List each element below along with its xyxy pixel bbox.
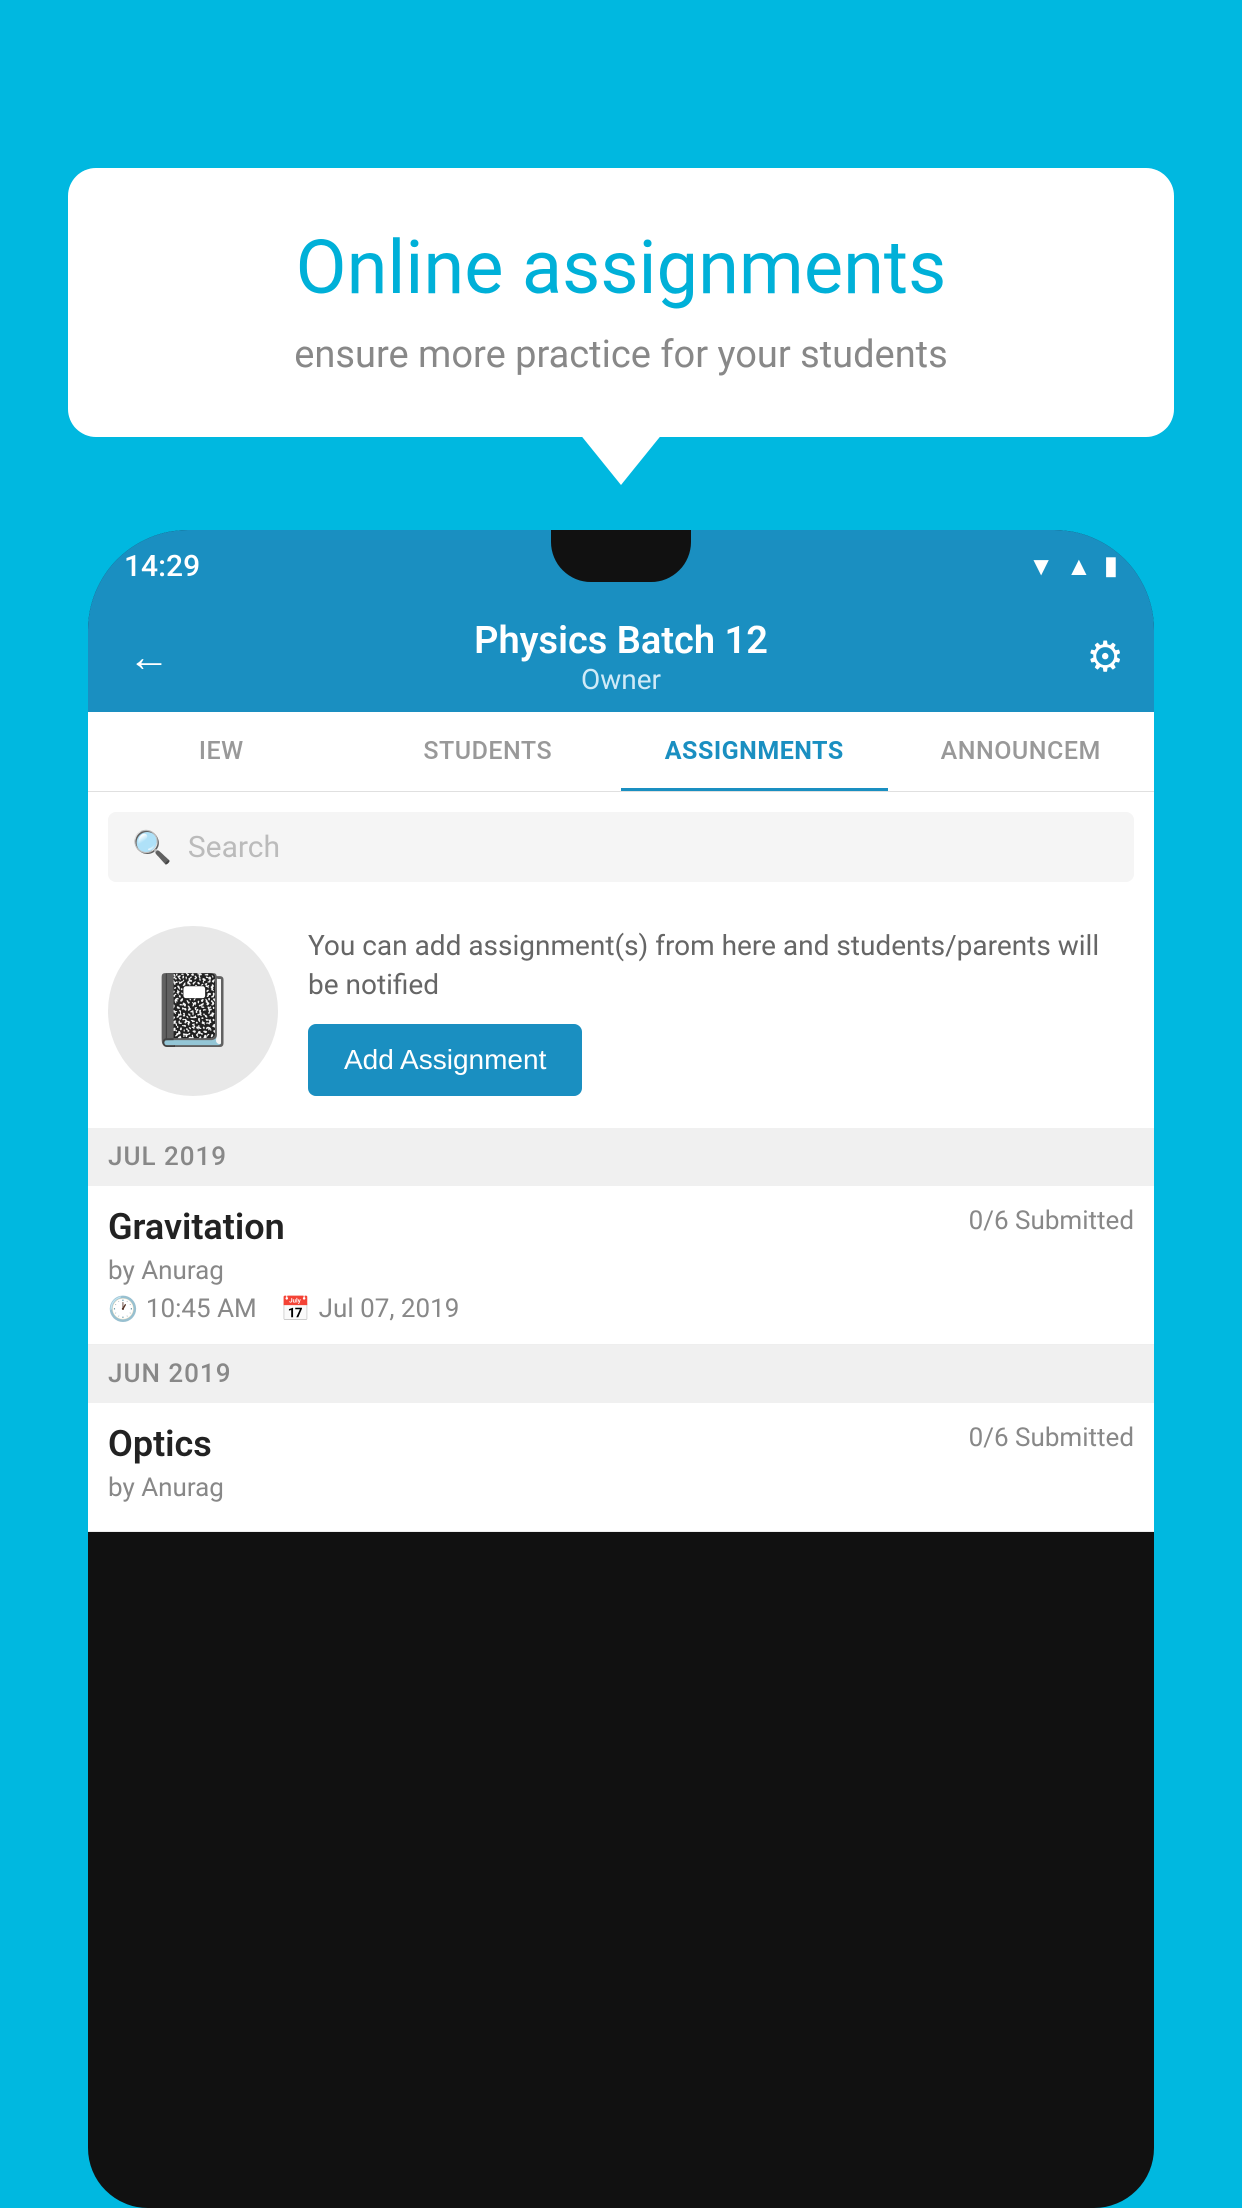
notch [551,530,691,582]
phone-top-area: 14:29 ▼ ▲ ▮ ← Physics Batch 12 Owner ⚙ I… [88,530,1154,1532]
app-bar: ← Physics Batch 12 Owner ⚙ [88,602,1154,712]
clock-icon: 🕐 [108,1295,138,1323]
battery-icon: ▮ [1104,551,1118,581]
bubble-subtitle: ensure more practice for your students [138,333,1104,377]
empty-description: You can add assignment(s) from here and … [308,926,1134,1004]
tab-iew[interactable]: IEW [88,712,355,791]
phone-screen: 🔍 Search 📓 You can add assignment(s) fro… [88,792,1154,1532]
tab-announcements[interactable]: ANNOUNCEM [888,712,1155,791]
section-header-jul: JUL 2019 [88,1128,1154,1186]
tab-bar: IEW STUDENTS ASSIGNMENTS ANNOUNCEM [88,712,1154,792]
assignment-optics-title: Optics [108,1423,212,1465]
status-bar: 14:29 ▼ ▲ ▮ [88,530,1154,602]
notebook-icon: 📓 [149,970,236,1052]
signal-icon: ▲ [1066,551,1092,582]
empty-icon-circle: 📓 [108,926,278,1096]
assignment-gravitation-time: 🕐 10:45 AM [108,1294,257,1324]
app-bar-title: Physics Batch 12 [474,619,768,663]
assignment-gravitation-meta: 🕐 10:45 AM 📅 Jul 07, 2019 [108,1294,1134,1324]
assignment-item-gravitation[interactable]: Gravitation 0/6 Submitted by Anurag 🕐 10… [88,1186,1154,1345]
app-bar-center: Physics Batch 12 Owner [474,619,768,696]
empty-state: 📓 You can add assignment(s) from here an… [88,902,1154,1120]
assignment-gravitation-title: Gravitation [108,1206,285,1248]
assignment-gravitation-submitted: 0/6 Submitted [969,1206,1134,1236]
bubble-title: Online assignments [138,228,1104,309]
assignment-optics-header: Optics 0/6 Submitted [108,1423,1134,1465]
tab-assignments[interactable]: ASSIGNMENTS [621,712,888,791]
status-icons: ▼ ▲ ▮ [1028,551,1118,582]
status-time: 14:29 [124,549,200,584]
search-placeholder: Search [188,830,280,865]
empty-text-area: You can add assignment(s) from here and … [308,926,1134,1096]
search-bar[interactable]: 🔍 Search [108,812,1134,882]
calendar-icon: 📅 [281,1295,311,1323]
assignment-optics-by: by Anurag [108,1473,1134,1503]
phone-frame: 14:29 ▼ ▲ ▮ ← Physics Batch 12 Owner ⚙ I… [88,530,1154,2208]
assignment-gravitation-date: 📅 Jul 07, 2019 [281,1294,460,1324]
add-assignment-button[interactable]: Add Assignment [308,1024,582,1096]
section-header-jun: JUN 2019 [88,1345,1154,1403]
speech-bubble: Online assignments ensure more practice … [68,168,1174,437]
app-bar-subtitle: Owner [474,663,768,696]
search-icon: 🔍 [132,828,172,866]
assignment-item-optics[interactable]: Optics 0/6 Submitted by Anurag [88,1403,1154,1532]
back-button[interactable]: ← [118,623,180,692]
assignment-gravitation-by: by Anurag [108,1256,1134,1286]
assignment-optics-submitted: 0/6 Submitted [969,1423,1134,1453]
gear-icon[interactable]: ⚙ [1086,632,1124,682]
tab-students[interactable]: STUDENTS [355,712,622,791]
wifi-icon: ▼ [1028,551,1054,582]
assignment-gravitation-header: Gravitation 0/6 Submitted [108,1206,1134,1248]
